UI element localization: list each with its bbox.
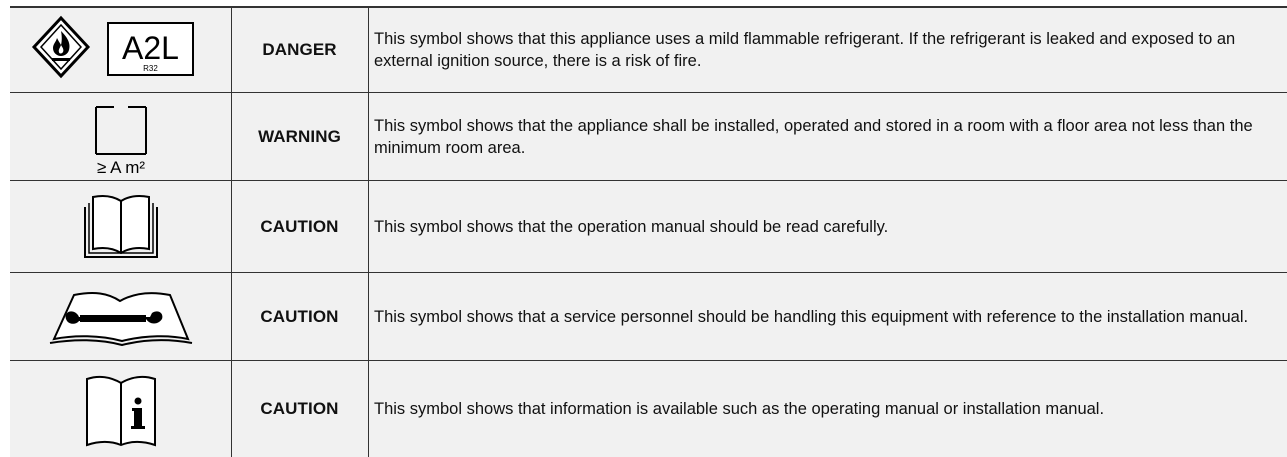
symbol-table: A2L R32 DANGER This symbol shows that th… xyxy=(10,6,1287,457)
symbol-description: This symbol shows that this appliance us… xyxy=(374,30,1236,70)
table-row: A2L R32 DANGER This symbol shows that th… xyxy=(10,6,1287,92)
operation-manual-icon xyxy=(83,194,158,258)
symbol-description: This symbol shows that the operation man… xyxy=(374,217,889,236)
icon-cell: A2L R32 xyxy=(10,8,231,92)
table-row: ≥ A m² WARNING This symbol shows that th… xyxy=(10,92,1287,180)
flammability-class-label: A2L xyxy=(122,30,179,66)
symbol-description: This symbol shows that a service personn… xyxy=(374,307,1249,326)
room-area-label: ≥ A m² xyxy=(96,158,144,177)
symbol-description: This symbol shows that the appliance sha… xyxy=(374,116,1253,157)
signal-word: WARNING xyxy=(258,126,341,146)
refrigerant-label: R32 xyxy=(143,64,158,73)
flammable-refrigerant-icon: A2L R32 xyxy=(31,15,194,79)
table-row: CAUTION This symbol shows that a service… xyxy=(10,272,1287,360)
signal-word: CAUTION xyxy=(260,306,339,326)
information-manual-icon xyxy=(85,375,156,447)
signal-word: CAUTION xyxy=(260,399,339,418)
icon-cell xyxy=(10,181,231,272)
minimum-room-area-icon: ≥ A m² xyxy=(94,105,147,177)
icon-cell xyxy=(10,361,231,457)
signal-word: CAUTION xyxy=(260,216,339,236)
icon-cell xyxy=(10,273,231,360)
signal-word: DANGER xyxy=(262,40,337,59)
icon-cell: ≥ A m² xyxy=(10,93,231,180)
service-manual-wrench-icon xyxy=(49,291,192,346)
symbol-description: This symbol shows that information is av… xyxy=(374,400,1105,418)
table-row: CAUTION This symbol shows that informati… xyxy=(10,360,1287,457)
table-row: CAUTION This symbol shows that the opera… xyxy=(10,180,1287,272)
